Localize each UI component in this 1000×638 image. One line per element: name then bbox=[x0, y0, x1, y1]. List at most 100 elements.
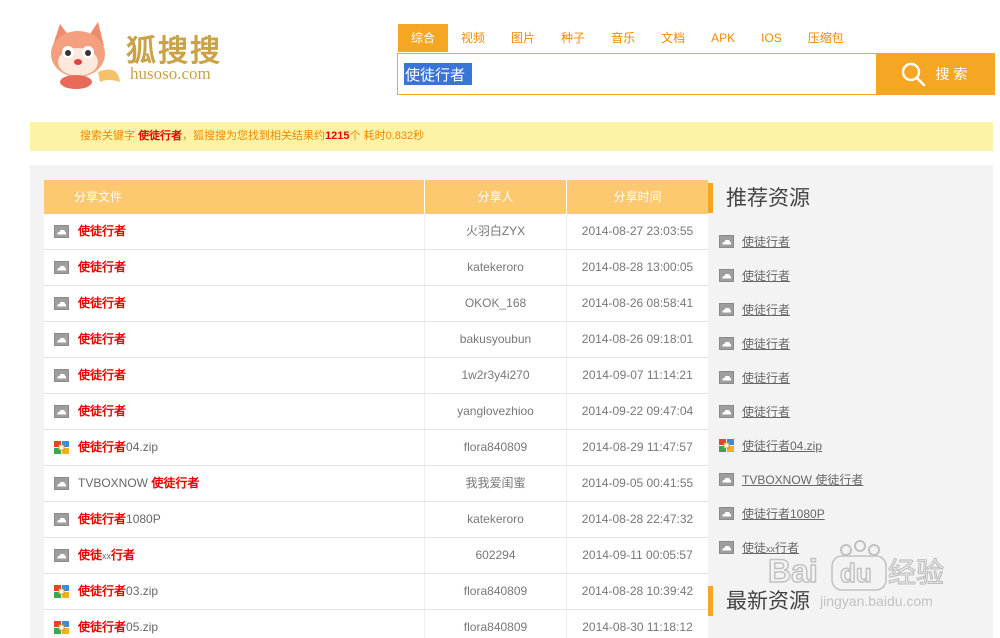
table-row[interactable]: 使徒行者05.zip flora840809 2014-08-30 11:18:12 bbox=[44, 610, 708, 638]
sharer-cell[interactable]: flora840809 bbox=[424, 574, 566, 609]
cloud-file-icon bbox=[54, 549, 69, 562]
recommend-item[interactable]: 使徒行者04.zip bbox=[719, 437, 822, 453]
share-time-cell: 2014-08-28 13:00:05 bbox=[566, 250, 708, 285]
sharer-cell[interactable]: katekeroro bbox=[424, 250, 566, 285]
recommend-item[interactable]: 使徒行者 bbox=[719, 403, 790, 419]
recommend-link[interactable]: 使徒行者04.zip bbox=[742, 437, 822, 454]
sharer-cell[interactable]: 602294 bbox=[424, 538, 566, 573]
file-cell[interactable]: 使徒行者 bbox=[44, 358, 424, 393]
recommend-item[interactable]: TVBOXNOW 使徒行者 bbox=[719, 471, 863, 487]
recommend-item[interactable]: 使徒行者 bbox=[719, 267, 790, 283]
table-row[interactable]: 使徒行者04.zip flora840809 2014-08-29 11:47:57 bbox=[44, 430, 708, 466]
file-link[interactable]: 使徒行者 bbox=[78, 394, 126, 429]
recommend-link[interactable]: 使徒行者 bbox=[742, 335, 790, 352]
sharer-cell[interactable]: 我我爱闺蜜 bbox=[424, 466, 566, 501]
tab-1[interactable]: 视频 bbox=[448, 24, 498, 52]
sharer-cell[interactable]: yanglovezhioo bbox=[424, 394, 566, 429]
recommend-link[interactable]: TVBOXNOW 使徒行者 bbox=[742, 471, 863, 488]
file-name-prefix: TVBOXNOW bbox=[78, 476, 152, 490]
table-row[interactable]: 使徒行者 火羽白ZYX 2014-08-27 23:03:55 bbox=[44, 214, 708, 250]
table-row[interactable]: 使徒行者1080P katekeroro 2014-08-28 22:47:32 bbox=[44, 502, 708, 538]
file-link[interactable]: TVBOXNOW 使徒行者 bbox=[78, 466, 199, 501]
recommend-item[interactable]: 使徒行者 bbox=[719, 335, 790, 351]
recommend-link[interactable]: 使徒行者 bbox=[742, 233, 790, 250]
table-row[interactable]: 使徒行者 katekeroro 2014-08-28 13:00:05 bbox=[44, 250, 708, 286]
sharer-cell[interactable]: bakusyoubun bbox=[424, 322, 566, 357]
recommend-link[interactable]: 使徒行者 bbox=[742, 403, 790, 420]
site-logo[interactable]: 狐搜搜 husoso.com bbox=[46, 20, 246, 100]
sharer-cell[interactable]: 火羽白ZYX bbox=[424, 214, 566, 249]
column-header-file[interactable]: 分享文件 bbox=[44, 180, 424, 214]
sharer-cell[interactable]: OKOK_168 bbox=[424, 286, 566, 321]
file-link[interactable]: 使徒行者 bbox=[78, 214, 126, 249]
recommend-link[interactable]: 使徒行者 bbox=[742, 267, 790, 284]
file-link[interactable]: 使徒行者 bbox=[78, 358, 126, 393]
tab-2[interactable]: 图片 bbox=[498, 24, 548, 52]
stats-keyword: 使徒行者 bbox=[138, 130, 183, 142]
sharer-cell[interactable]: flora840809 bbox=[424, 610, 566, 638]
file-cell[interactable]: TVBOXNOW 使徒行者 bbox=[44, 466, 424, 501]
file-link[interactable]: 使徒行者05.zip bbox=[78, 610, 158, 638]
file-cell[interactable]: 使徒xx行者 bbox=[44, 538, 424, 573]
file-cell[interactable]: 使徒行者05.zip bbox=[44, 610, 424, 638]
recommend-link[interactable]: 使徒行者 bbox=[742, 369, 790, 386]
recommend-item[interactable]: 使徒行者1080P bbox=[719, 505, 825, 521]
share-time-cell: 2014-08-26 09:18:01 bbox=[566, 322, 708, 357]
cloud-file-icon bbox=[54, 297, 69, 310]
table-row[interactable]: TVBOXNOW 使徒行者 我我爱闺蜜 2014-09-05 00:41:55 bbox=[44, 466, 708, 502]
search-button[interactable]: 搜索 bbox=[876, 53, 995, 95]
recommend-text: 使徒行者 bbox=[742, 302, 791, 317]
tab-5[interactable]: 文档 bbox=[648, 24, 698, 52]
column-header-user[interactable]: 分享人 bbox=[424, 180, 566, 214]
file-cell[interactable]: 使徒行者03.zip bbox=[44, 574, 424, 609]
file-cell[interactable]: 使徒行者04.zip bbox=[44, 430, 424, 465]
zip-file-icon bbox=[54, 441, 69, 454]
tab-8[interactable]: 压缩包 bbox=[795, 24, 857, 52]
file-cell[interactable]: 使徒行者 bbox=[44, 322, 424, 357]
tab-0[interactable]: 综合 bbox=[398, 24, 449, 52]
table-row[interactable]: 使徒行者 bakusyoubun 2014-08-26 09:18:01 bbox=[44, 322, 708, 358]
recommend-item[interactable]: 使徒行者 bbox=[719, 233, 790, 249]
search-input[interactable] bbox=[404, 63, 472, 85]
file-name-highlight: 使徒行者 bbox=[78, 584, 127, 598]
recommend-link[interactable]: 使徒行者 bbox=[742, 301, 790, 318]
recommend-link[interactable]: 使徒行者1080P bbox=[742, 505, 825, 522]
file-link[interactable]: 使徒行者 bbox=[78, 250, 126, 285]
sharer-cell[interactable]: katekeroro bbox=[424, 502, 566, 537]
table-row[interactable]: 使徒xx行者 602294 2014-09-11 00:05:57 bbox=[44, 538, 708, 574]
cloud-file-icon bbox=[719, 506, 734, 520]
file-cell[interactable]: 使徒行者1080P bbox=[44, 502, 424, 537]
share-time-cell: 2014-09-07 11:14:21 bbox=[566, 358, 708, 393]
cloud-file-icon bbox=[54, 477, 69, 490]
file-link[interactable]: 使徒行者03.zip bbox=[78, 574, 158, 609]
table-row[interactable]: 使徒行者 yanglovezhioo 2014-09-22 09:47:04 bbox=[44, 394, 708, 430]
column-header-time[interactable]: 分享时间 bbox=[566, 180, 708, 214]
file-cell[interactable]: 使徒行者 bbox=[44, 250, 424, 285]
file-link[interactable]: 使徒xx行者 bbox=[78, 538, 135, 574]
tab-4[interactable]: 音乐 bbox=[598, 24, 648, 52]
search-box[interactable] bbox=[397, 53, 877, 95]
file-link[interactable]: 使徒行者1080P bbox=[78, 502, 161, 537]
file-cell[interactable]: 使徒行者 bbox=[44, 286, 424, 321]
sharer-cell[interactable]: 1w2r3y4i270 bbox=[424, 358, 566, 393]
file-link[interactable]: 使徒行者 bbox=[78, 322, 126, 357]
file-cell[interactable]: 使徒行者 bbox=[44, 214, 424, 249]
recommend-text: 使徒行者 bbox=[742, 404, 791, 419]
cloud-file-icon bbox=[54, 225, 69, 238]
table-row[interactable]: 使徒行者 1w2r3y4i270 2014-09-07 11:14:21 bbox=[44, 358, 708, 394]
file-cell[interactable]: 使徒行者 bbox=[44, 394, 424, 429]
sharer-cell[interactable]: flora840809 bbox=[424, 430, 566, 465]
magnifier-icon bbox=[901, 62, 925, 87]
table-row[interactable]: 使徒行者03.zip flora840809 2014-08-28 10:39:42 bbox=[44, 574, 708, 610]
table-row[interactable]: 使徒行者 OKOK_168 2014-08-26 08:58:41 bbox=[44, 286, 708, 322]
file-link[interactable]: 使徒行者 bbox=[78, 286, 126, 321]
recommend-item[interactable]: 使徒行者 bbox=[719, 301, 790, 317]
tab-3[interactable]: 种子 bbox=[548, 24, 598, 52]
tab-6[interactable]: APK bbox=[698, 24, 748, 52]
file-link[interactable]: 使徒行者04.zip bbox=[78, 430, 158, 465]
file-name-suffix: 1080P bbox=[126, 512, 161, 526]
tab-7[interactable]: IOS bbox=[748, 24, 795, 52]
recommend-text: TVBOXNOW 使徒行者 bbox=[742, 472, 864, 487]
recommend-item[interactable]: 使徒行者 bbox=[719, 369, 790, 385]
file-name-middle: xx bbox=[102, 550, 112, 561]
